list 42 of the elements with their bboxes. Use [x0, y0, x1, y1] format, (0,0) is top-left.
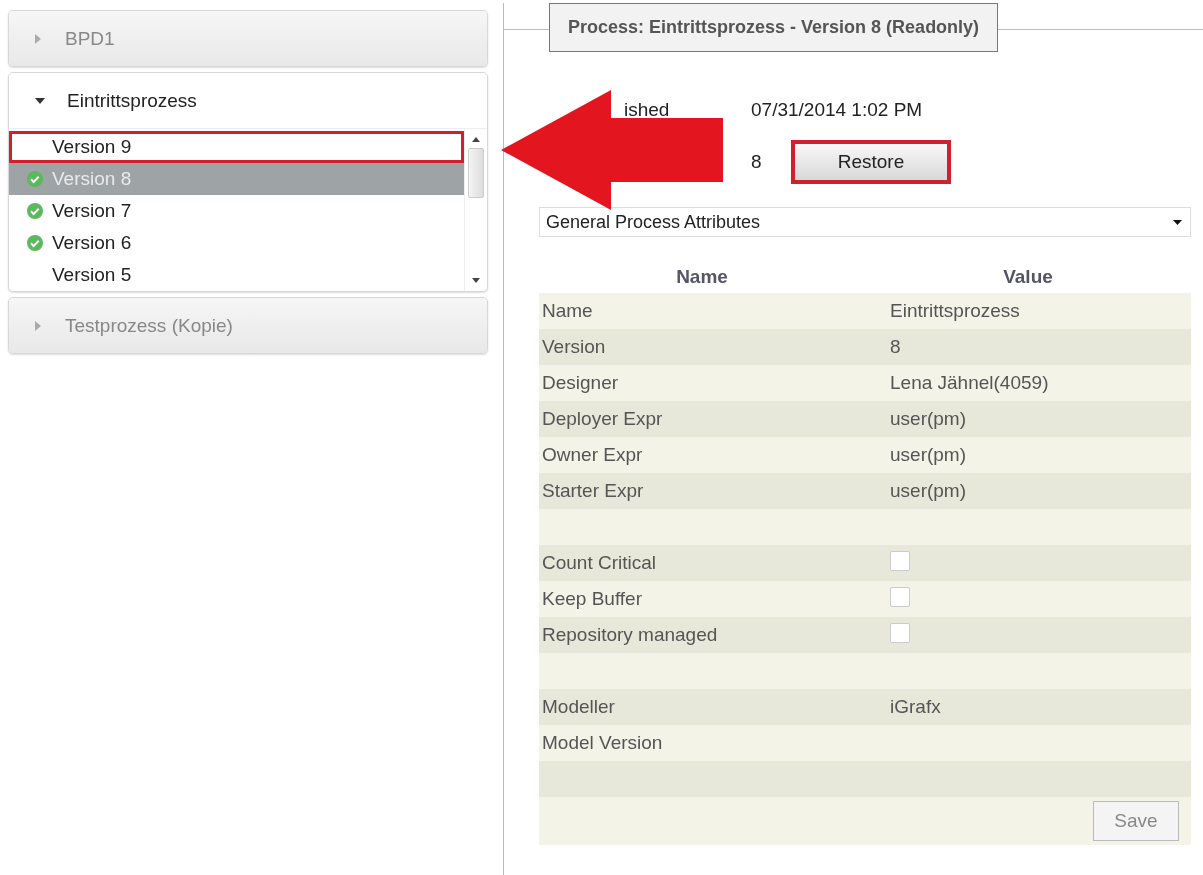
table-cell-text: Deployer Expr	[541, 408, 664, 430]
restore-button[interactable]: Restore	[791, 140, 951, 184]
field-value: 8	[751, 151, 763, 173]
table-cell-text: Starter Expr	[541, 480, 645, 502]
table-cell-text: user(pm)	[889, 408, 967, 430]
table-cell-text: Name	[541, 300, 594, 322]
scroll-down-icon	[472, 278, 480, 283]
caret-down-icon	[1173, 219, 1182, 225]
process-header[interactable]: Eintrittsprozess	[9, 73, 487, 128]
table-cell-text: 8	[889, 336, 902, 358]
version-item[interactable]: Version 9	[9, 131, 464, 163]
version-item[interactable]: Version 5	[9, 259, 464, 291]
table-cell-text: Version	[541, 336, 607, 358]
version-item[interactable]: Version 6	[9, 227, 464, 259]
scroll-up-icon	[472, 137, 480, 142]
column-header: Value	[1002, 266, 1054, 288]
panel-title: Process: Eintrittsprozess - Version 8 (Readonly)	[549, 3, 999, 52]
process-name: Eintrittsprozess	[67, 89, 197, 112]
checkbox[interactable]	[890, 550, 910, 571]
checkbox[interactable]	[890, 622, 910, 643]
table-cell-text: Model Version	[541, 732, 664, 754]
table-cell-text: Keep Buffer	[541, 588, 643, 610]
process-name: BPD1	[65, 27, 115, 50]
table-cell-text: user(pm)	[889, 480, 967, 502]
table-cell-text: Count Critical	[541, 552, 658, 574]
scroll-thumb[interactable]	[468, 148, 484, 198]
field-label: ished	[624, 99, 670, 121]
table-cell-text: iGrafx	[889, 696, 942, 718]
column-header: Name	[675, 266, 729, 288]
section-dropdown[interactable]: General Process Attributes	[539, 207, 1191, 237]
version-item[interactable]: Version 7	[9, 195, 464, 227]
scrollbar[interactable]	[464, 129, 487, 291]
table-cell-text: Repository managed	[541, 624, 719, 646]
table-cell-text: Designer	[541, 372, 620, 394]
table-cell-text: Owner Expr	[541, 444, 644, 466]
checkbox[interactable]	[890, 586, 910, 607]
process-name: Testprozess (Kopie)	[65, 314, 233, 337]
table-cell-text: Lena Jähnel(4059)	[889, 372, 1050, 394]
field-value: 07/31/2014 1:02 PM	[751, 99, 923, 121]
table-cell-text: Modeller	[541, 696, 616, 718]
table-cell-text: user(pm)	[889, 444, 967, 466]
table-cell-text: Eintrittsprozess	[889, 300, 1021, 322]
